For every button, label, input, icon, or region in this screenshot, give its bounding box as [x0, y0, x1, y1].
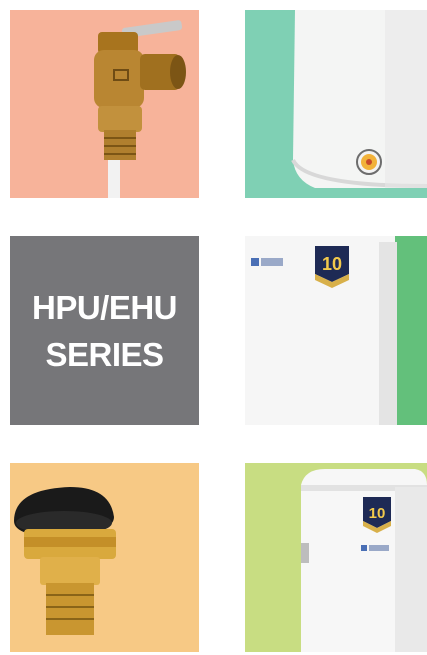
series-title-line-1: HPU/EHU: [31, 288, 178, 326]
vacuum-relief-valve-icon: [14, 487, 116, 635]
water-heater-slim-tile[interactable]: 10: [245, 463, 427, 652]
water-heater-icon: [291, 10, 427, 188]
series-title: HPU/EHU SERIES: [10, 236, 199, 425]
warranty-badge-number: 10: [369, 505, 386, 522]
series-title-tile[interactable]: HPU/EHU SERIES: [10, 236, 199, 425]
warranty-badge-number: 10: [322, 254, 342, 274]
water-heater-icon: 10: [301, 469, 427, 652]
series-title-line-2: SERIES: [45, 335, 164, 373]
vacuum-relief-valve-tile[interactable]: [10, 463, 199, 652]
water-heater-round-tile[interactable]: [245, 10, 427, 198]
pressure-relief-valve-icon: [94, 20, 186, 198]
water-heater-icon: 10: [245, 236, 397, 425]
pressure-relief-valve-tile[interactable]: [10, 10, 199, 198]
water-heater-square-tile[interactable]: 10: [245, 236, 427, 425]
